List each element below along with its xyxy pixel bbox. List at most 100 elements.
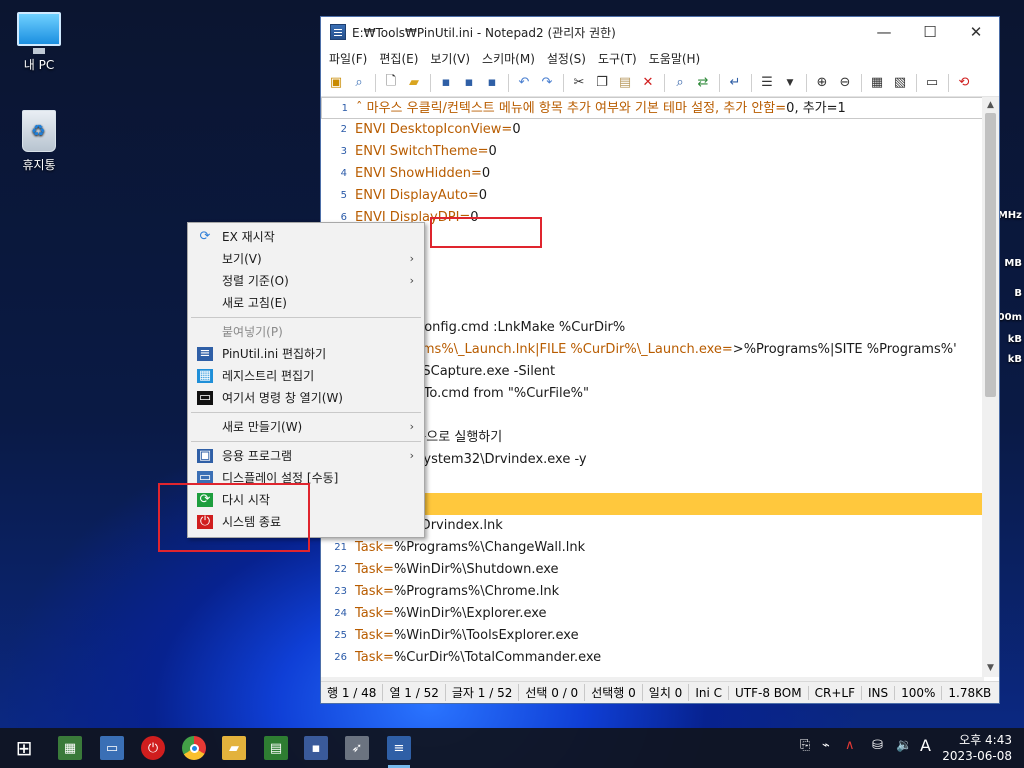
cut-icon[interactable]: ✂ <box>568 72 590 94</box>
rocket-icon[interactable]: ➶ <box>345 736 369 760</box>
editor-line[interactable]: 22 Task=%WinDir%\Shutdown.exe <box>321 559 983 581</box>
chrome-icon[interactable] <box>182 736 206 760</box>
line-number: 22 <box>334 564 347 575</box>
monitor-icon[interactable]: ▭ <box>100 736 124 760</box>
settings-icon[interactable]: ▦ <box>866 72 888 94</box>
tool-icon[interactable]: ∧ <box>845 738 855 753</box>
minimize-button[interactable]: — <box>861 17 907 47</box>
copy-icon[interactable]: ❐ <box>591 72 613 94</box>
context-menu-item[interactable]: ▦ 레지스트리 편집기 <box>188 365 424 387</box>
line-number: 24 <box>334 608 347 619</box>
menu-help[interactable]: 도움말(H) <box>643 50 707 67</box>
line-key: Task= <box>355 628 394 643</box>
line-number: 25 <box>334 630 347 641</box>
menu-settings[interactable]: 설정(S) <box>541 50 592 67</box>
title-bar[interactable]: E:₩Tools₩PinUtil.ini - Notepad2 (관리자 권한)… <box>321 17 999 47</box>
line-key: ENVI DisplayAuto= <box>355 188 479 203</box>
clock[interactable]: 오후 4:43 2023-06-08 <box>942 732 1012 764</box>
new-window-icon[interactable]: ▣ <box>325 72 347 94</box>
close-button[interactable]: ✕ <box>953 17 999 47</box>
paste-icon[interactable]: ▤ <box>614 72 636 94</box>
ime-indicator[interactable]: A <box>920 736 931 755</box>
menu-file[interactable]: 파일(F) <box>323 50 373 67</box>
delete-icon[interactable]: ✕ <box>637 72 659 94</box>
context-menu-item[interactable]: ⟳ EX 재시작 <box>188 226 424 248</box>
registry-icon[interactable]: ▤ <box>264 736 288 760</box>
scroll-down-icon[interactable]: ▼ <box>982 660 999 677</box>
editor-line[interactable]: 5 ENVI DisplayAuto=0 <box>321 185 983 207</box>
volume-icon[interactable]: 🔉 <box>896 738 912 753</box>
menu-separator <box>191 317 421 318</box>
menu-scheme[interactable]: 스키마(M) <box>476 50 541 67</box>
chevron-down-icon[interactable]: ▼ <box>779 72 801 94</box>
power-icon[interactable]: ⏻ <box>141 736 165 760</box>
start-button[interactable]: ⊞ <box>12 736 36 760</box>
editor-line[interactable]: 4 ENVI ShowHidden=0 <box>321 163 983 185</box>
line-key: Task= <box>355 584 394 599</box>
editor-line[interactable]: 21 Task=%Programs%\ChangeWall.lnk <box>321 537 983 559</box>
window-icon[interactable]: ▭ <box>921 72 943 94</box>
editor-line[interactable]: 1 ˆ 마우스 우클릭/컨텍스트 메뉴에 항목 추가 여부와 기본 테마 설정, … <box>321 97 983 119</box>
context-menu-item[interactable]: 보기(V) › <box>188 248 424 270</box>
editor-line[interactable]: 25 Task=%WinDir%\ToolsExplorer.exe <box>321 625 983 647</box>
save-copy-icon[interactable]: ▪ <box>481 72 503 94</box>
status-zoom: 100% <box>895 685 943 700</box>
usb-icon[interactable]: ⌁ <box>822 738 830 753</box>
scroll-up-icon[interactable]: ▲ <box>982 97 999 114</box>
toolbar: ▣ ⌕ 🗋 ▰ ▪ ▪ ▪ ↶ ↷ ✂ ❐ ▤ ✕ ⌕ ⇄ ↵ ☰ ▼ ⊕ ⊖ … <box>321 69 999 97</box>
status-encoding[interactable]: UTF-8 BOM <box>729 685 809 700</box>
line-text: Task=%Programs%\ChangeWall.lnk <box>355 537 585 559</box>
menu-tools[interactable]: 도구(T) <box>592 50 643 67</box>
zoom-in-icon[interactable]: ⊕ <box>811 72 833 94</box>
context-menu-item[interactable]: ▭ 여기서 명령 창 열기(W) <box>188 387 424 409</box>
undo-icon[interactable]: ↶ <box>513 72 535 94</box>
toolbar-separator <box>806 73 807 92</box>
save-icon[interactable]: ▪ <box>435 72 457 94</box>
clock-time: 오후 4:43 <box>959 733 1012 747</box>
redo-icon[interactable]: ↷ <box>536 72 558 94</box>
find-icon[interactable]: ⌕ <box>669 72 691 94</box>
exit-icon[interactable]: ⟲ <box>953 72 975 94</box>
vertical-scrollbar[interactable]: ▲ ▼ <box>982 97 999 677</box>
hardware-icon[interactable]: ▦ <box>58 736 82 760</box>
notepad-icon: ≡ <box>197 347 213 361</box>
editor-line[interactable]: 26 Task=%CurDir%\TotalCommander.exe <box>321 647 983 669</box>
highlight-box <box>158 483 310 552</box>
toolbar-separator <box>430 73 431 92</box>
new-file-icon[interactable]: 🗋 <box>380 72 402 94</box>
editor-line[interactable]: 23 Task=%Programs%\Chrome.lnk <box>321 581 983 603</box>
replace-icon[interactable]: ⇄ <box>692 72 714 94</box>
scheme-icon[interactable]: ☰ <box>756 72 778 94</box>
folder-icon[interactable]: ▰ <box>222 736 246 760</box>
status-eol[interactable]: CR+LF <box>809 685 862 700</box>
context-menu-item[interactable]: 정렬 기준(O) › <box>188 270 424 292</box>
edit-settings-icon[interactable]: ▧ <box>889 72 911 94</box>
context-menu-item[interactable]: 새로 고침(E) <box>188 292 424 314</box>
notepad-icon[interactable]: ≡ <box>387 736 411 760</box>
menu-edit[interactable]: 편집(E) <box>373 50 424 67</box>
save-as-icon[interactable]: ▪ <box>458 72 480 94</box>
editor-line[interactable]: 24 Task=%WinDir%\Explorer.exe <box>321 603 983 625</box>
word-wrap-icon[interactable]: ↵ <box>724 72 746 94</box>
context-menu-item[interactable]: ▣ 응용 프로그램 › <box>188 445 424 467</box>
network-icon[interactable]: ⎘ <box>800 738 810 753</box>
drive-icon[interactable]: ⛁ <box>872 738 883 753</box>
line-text: ENVI DesktopIconView=0 <box>355 119 521 141</box>
zoom-out-icon[interactable]: ⊖ <box>834 72 856 94</box>
editor-line[interactable]: 2 ENVI DesktopIconView=0 <box>321 119 983 141</box>
maximize-button[interactable]: ☐ <box>907 17 953 47</box>
desktop-icon-this-pc[interactable]: 내 PC <box>7 12 71 73</box>
context-menu-item[interactable]: 새로 만들기(W) › <box>188 416 424 438</box>
line-value: 0, 추가=1 <box>786 101 846 116</box>
context-menu-item[interactable]: ≡ PinUtil.ini 편집하기 <box>188 343 424 365</box>
editor-line[interactable]: 3 ENVI SwitchTheme=0 <box>321 141 983 163</box>
browse-icon[interactable]: ⌕ <box>348 72 370 94</box>
scroll-thumb[interactable] <box>985 113 996 397</box>
save-icon[interactable]: ▪ <box>304 736 328 760</box>
menu-view[interactable]: 보기(V) <box>424 50 476 67</box>
open-folder-icon[interactable]: ▰ <box>403 72 425 94</box>
toolbar-separator <box>508 73 509 92</box>
desktop-icon-recycle-bin[interactable]: 휴지통 <box>7 110 71 173</box>
line-value: 0 <box>512 122 521 137</box>
status-scheme[interactable]: Ini C <box>689 685 729 700</box>
